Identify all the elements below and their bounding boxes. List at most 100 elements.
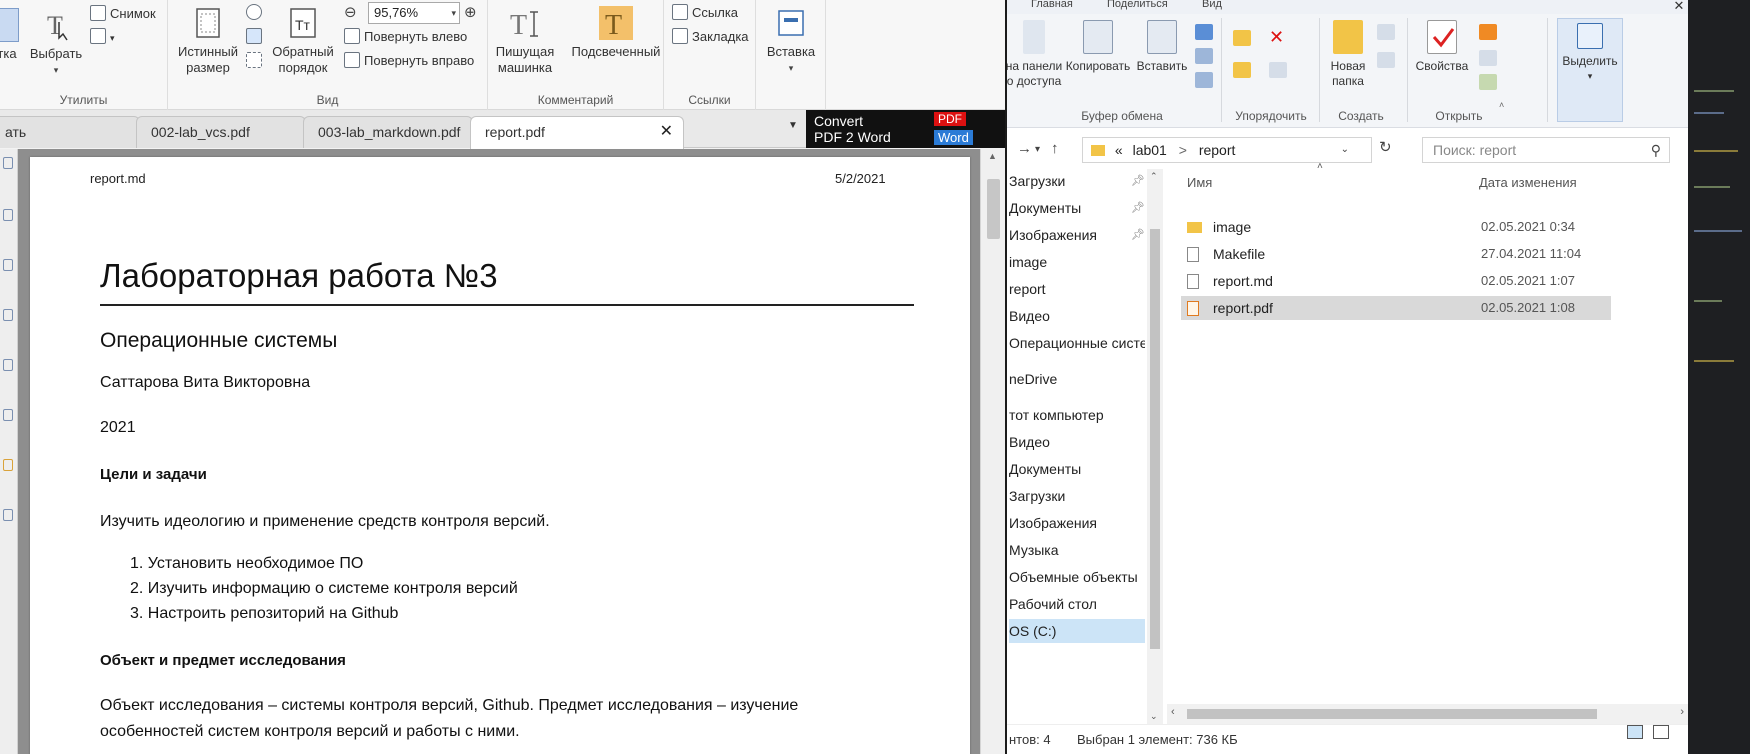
tab-view[interactable]: Вид <box>1202 0 1222 10</box>
select-tool-button[interactable]: T Выбрать ▾ <box>26 8 86 78</box>
reverse-order-button[interactable]: Tт Обратный порядок <box>268 6 338 76</box>
move-to-icon[interactable] <box>1233 30 1251 46</box>
nav-item-pc-downloads[interactable]: Загрузки <box>1009 484 1145 508</box>
convert-pdf-to-word-ad[interactable]: Convert PDF 2 Word PDF Word <box>806 110 1005 148</box>
search-icon[interactable] <box>3 409 13 421</box>
details-view-icon[interactable] <box>1627 725 1643 739</box>
nav-pane-scrollbar[interactable]: ⌃ ⌄ <box>1147 169 1163 724</box>
column-header-date[interactable]: Дата изменения <box>1479 175 1577 190</box>
scrollbar-thumb[interactable] <box>1187 709 1597 719</box>
highlight-button[interactable]: T Подсвеченный <box>570 6 662 60</box>
collapse-ribbon-icon[interactable]: ˄ <box>1499 100 1504 110</box>
tab-list-dropdown[interactable]: ▼ <box>788 120 798 131</box>
nav-item-pc-images[interactable]: Изображения <box>1009 511 1145 535</box>
path-overflow[interactable]: « <box>1115 142 1123 158</box>
insert-button[interactable]: Вставка ▾ <box>762 6 820 76</box>
scroll-left-icon[interactable]: ‹ <box>1171 706 1175 718</box>
recent-chevron-icon[interactable]: ▾ <box>1035 144 1040 155</box>
scrollbar-thumb[interactable] <box>1150 229 1160 649</box>
file-list-horizontal-scrollbar[interactable]: ‹ › <box>1167 704 1688 724</box>
copy-path-icon[interactable] <box>1195 48 1213 64</box>
nav-item-pc-videos[interactable]: Видео <box>1009 430 1145 454</box>
pin-quick-access-button[interactable]: на панели о доступа <box>1007 20 1065 89</box>
scroll-up-icon[interactable]: ▲ <box>988 151 997 161</box>
delete-icon[interactable]: ✕ <box>1269 28 1287 46</box>
search-input[interactable]: Поиск: report ⚲ <box>1422 137 1670 163</box>
breadcrumb-lab01[interactable]: lab01 <box>1133 142 1167 158</box>
new-folder-button[interactable]: Новая папка <box>1321 20 1375 89</box>
breadcrumb-report[interactable]: report <box>1199 142 1236 158</box>
bookmark-button[interactable]: Закладка <box>672 26 749 48</box>
tools-icon[interactable] <box>3 509 13 521</box>
pdf-vertical-scrollbar[interactable]: ▲ <box>980 149 1005 754</box>
new-item-icon[interactable] <box>1377 24 1395 40</box>
chevron-down-icon[interactable]: ⌄ <box>1341 138 1349 162</box>
cut-icon[interactable] <box>1195 24 1213 40</box>
file-row-makefile[interactable]: Makefile 27.04.2021 11:04 <box>1181 242 1611 266</box>
zoom-out-button[interactable]: ⊖ <box>344 2 357 24</box>
nav-item-images-pinned[interactable]: Изображения 📌︎ <box>1009 223 1145 247</box>
forward-icon[interactable]: → <box>1017 140 1032 157</box>
hand-tool-button[interactable]: тка <box>0 8 22 62</box>
typewriter-button[interactable]: T Пишущая машинка <box>492 6 558 76</box>
attachments-icon[interactable] <box>3 309 13 321</box>
properties-button[interactable]: Свойства <box>1409 20 1475 74</box>
close-icon[interactable]: ✕ <box>660 117 673 147</box>
clipboard-dropdown-button[interactable]: ▾ <box>90 26 115 48</box>
scroll-right-icon[interactable]: › <box>1680 706 1684 718</box>
marquee-zoom-button[interactable] <box>246 50 266 72</box>
rotate-left-button[interactable]: Повернуть влево <box>344 26 467 48</box>
copy-to-icon[interactable] <box>1233 62 1251 78</box>
column-header-name[interactable]: Имя <box>1187 175 1212 190</box>
scroll-down-icon[interactable]: ⌄ <box>1150 711 1158 722</box>
pdf-document-area[interactable]: report.md 5/2/2021 Лабораторная работа №… <box>18 149 980 754</box>
bookmarks-icon[interactable] <box>3 209 13 221</box>
tab-partial[interactable]: ать <box>0 116 140 148</box>
easy-access-icon[interactable] <box>1377 52 1395 68</box>
zoom-input[interactable]: 95,76% ▾ <box>368 2 460 24</box>
rotate-right-button[interactable]: Повернуть вправо <box>344 50 474 72</box>
nav-item-3d-objects[interactable]: Объемные объекты <box>1009 565 1145 589</box>
window-close-icon[interactable]: ✕ <box>1667 0 1688 14</box>
file-row-report-pdf[interactable]: report.pdf 02.05.2021 1:08 <box>1181 296 1611 320</box>
actual-size-button[interactable]: Истинный размер <box>172 6 244 76</box>
nav-item-videos[interactable]: Видео <box>1009 304 1145 328</box>
large-icons-view-icon[interactable] <box>1653 725 1669 739</box>
nav-item-os-course[interactable]: Операционные систе <box>1009 331 1145 355</box>
nav-item-documents-pinned[interactable]: Документы 📌︎ <box>1009 196 1145 220</box>
fit-width-button[interactable] <box>246 2 266 24</box>
address-bar[interactable]: « lab01 > report ⌄ <box>1082 137 1372 163</box>
tab-share[interactable]: Поделиться <box>1107 0 1168 10</box>
paste-shortcut-icon[interactable] <box>1195 72 1213 88</box>
edit-icon[interactable] <box>1479 50 1497 66</box>
history-icon[interactable] <box>1479 74 1497 90</box>
copy-button[interactable]: Копировать <box>1065 20 1131 74</box>
scrollbar-thumb[interactable] <box>987 179 1000 239</box>
nav-item-this-pc[interactable]: тот компьютер <box>1009 403 1145 427</box>
link-button[interactable]: Ссылка <box>672 2 738 24</box>
nav-item-image[interactable]: image <box>1009 250 1145 274</box>
nav-item-downloads-pinned[interactable]: Загрузки 📌︎ <box>1009 169 1145 193</box>
up-arrow-icon[interactable]: ↑ <box>1051 140 1059 157</box>
pages-icon[interactable] <box>3 157 13 169</box>
zoom-in-button[interactable]: ⊕ <box>464 2 477 24</box>
tab-002-lab-vcs[interactable]: 002-lab_vcs.pdf <box>136 116 306 148</box>
nav-item-pc-documents[interactable]: Документы <box>1009 457 1145 481</box>
rename-icon[interactable] <box>1269 62 1287 78</box>
breadcrumb-separator[interactable]: > <box>1179 142 1187 158</box>
scroll-up-icon[interactable]: ⌃ <box>1150 171 1158 182</box>
tab-report-pdf[interactable]: report.pdf ✕ <box>470 116 684 149</box>
nav-item-os-c-drive[interactable]: OS (C:) <box>1009 619 1145 643</box>
refresh-icon[interactable]: ↻ <box>1379 138 1392 156</box>
nav-item-desktop[interactable]: Рабочий стол <box>1009 592 1145 616</box>
signature-icon[interactable] <box>3 459 13 471</box>
paste-button[interactable]: Вставить <box>1131 20 1193 74</box>
nav-item-music[interactable]: Музыка <box>1009 538 1145 562</box>
tab-home[interactable]: Главная <box>1031 0 1073 10</box>
open-icon[interactable] <box>1479 24 1497 40</box>
nav-item-onedrive[interactable]: neDrive <box>1009 367 1145 391</box>
file-row-image[interactable]: image 02.05.2021 0:34 <box>1181 215 1611 239</box>
snapshot-button[interactable]: Снимок <box>90 3 156 25</box>
tab-003-lab-markdown[interactable]: 003-lab_markdown.pdf <box>303 116 473 148</box>
select-button[interactable]: Выделить ▾ <box>1557 18 1623 122</box>
